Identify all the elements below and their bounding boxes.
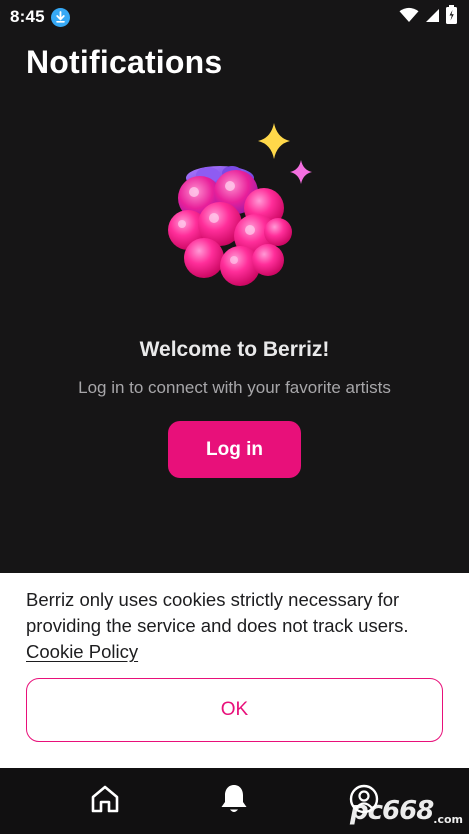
status-icons [399,5,457,29]
welcome-title: Welcome to Berriz! [139,338,330,361]
wifi-icon [399,7,419,28]
sparkle-icon [258,123,290,159]
status-time: 8:45 [10,7,45,26]
cookie-text: Berriz only uses cookies strictly necess… [26,589,409,636]
nav-notifications[interactable] [214,781,254,821]
home-icon [89,784,121,819]
download-icon [50,7,70,27]
bell-icon [219,783,249,820]
watermark-logo: pc668.com [350,796,463,826]
ok-button[interactable]: OK [26,678,443,742]
status-bar: 8:45 [0,0,469,34]
welcome-subtitle: Log in to connect with your favorite art… [78,378,391,397]
page-title: Notifications [26,44,223,80]
raspberry-illustration [160,120,320,295]
watermark-text: pc668 [349,796,434,826]
nav-home[interactable] [85,781,125,821]
watermark-suffix: .com [433,813,463,826]
cookie-banner: Berriz only uses cookies strictly necess… [0,573,469,768]
battery-icon [446,5,457,29]
cookie-message: Berriz only uses cookies strictly necess… [26,587,446,665]
cookie-policy-link[interactable]: Cookie Policy [26,639,138,665]
signal-icon [425,7,440,28]
login-button[interactable]: Log in [168,421,301,478]
sparkle-icon [290,160,312,184]
